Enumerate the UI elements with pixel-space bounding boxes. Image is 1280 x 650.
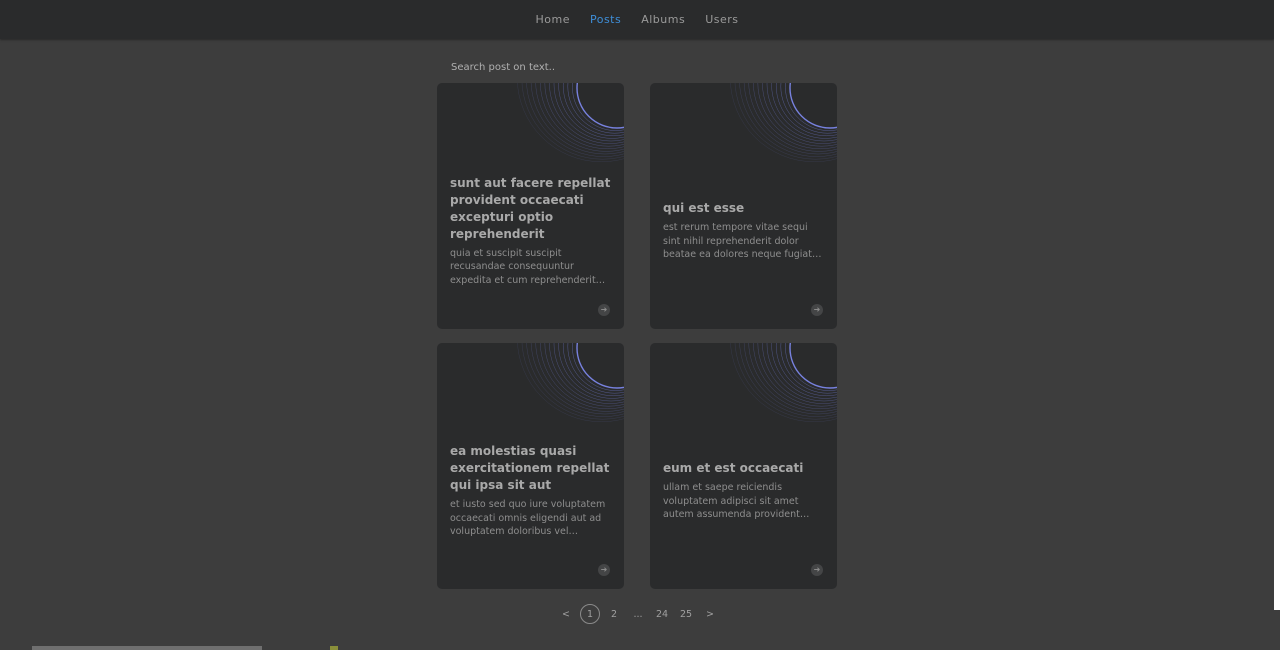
post-card[interactable]: sunt aut facere repellat provident occae…: [437, 83, 624, 329]
post-card[interactable]: qui est esse est rerum tempore vitae seq…: [650, 83, 837, 329]
arrow-right-icon[interactable]: ➜: [811, 564, 823, 576]
post-title: ea molestias quasi exercitationem repell…: [450, 444, 610, 493]
post-card[interactable]: eum et est occaecati ullam et saepe reic…: [650, 343, 837, 589]
arrow-right-icon[interactable]: ➜: [598, 564, 610, 576]
search-input[interactable]: [437, 56, 837, 78]
arrow-right-icon[interactable]: ➜: [598, 304, 610, 316]
post-content: qui est esse est rerum tempore vitae seq…: [663, 161, 825, 301]
page-24-button[interactable]: 24: [652, 604, 672, 624]
nav-home[interactable]: Home: [535, 11, 569, 28]
ring-decoration: [517, 343, 624, 423]
post-title: eum et est occaecati: [663, 461, 804, 476]
page-1-button[interactable]: 1: [580, 604, 600, 624]
post-excerpt: et iusto sed quo iure voluptatem occaeca…: [450, 499, 606, 538]
post-title: qui est esse: [663, 201, 745, 216]
prev-page-button[interactable]: <: [556, 604, 576, 624]
post-excerpt: ullam et saepe reiciendis voluptatem adi…: [663, 482, 810, 521]
scrollbar[interactable]: [1274, 0, 1280, 610]
taskbar-strip: [32, 646, 262, 650]
page-25-button[interactable]: 25: [676, 604, 696, 624]
top-navigation: Home Posts Albums Users: [0, 0, 1274, 39]
post-excerpt: est rerum tempore vitae sequi sint nihil…: [663, 222, 812, 261]
taskbar-indicator: [330, 646, 338, 650]
post-content: eum et est occaecati ullam et saepe reic…: [663, 421, 825, 561]
post-card[interactable]: ea molestias quasi exercitationem repell…: [437, 343, 624, 589]
nav-users[interactable]: Users: [705, 11, 738, 28]
ring-decoration: [517, 83, 624, 163]
post-content: ea molestias quasi exercitationem repell…: [450, 421, 612, 561]
nav-posts[interactable]: Posts: [590, 11, 621, 28]
post-excerpt: quia et suscipit suscipit recusandae con…: [450, 247, 606, 286]
next-page-button[interactable]: >: [700, 604, 720, 624]
post-title: sunt aut facere repellat provident occae…: [450, 175, 611, 241]
ring-decoration: [730, 83, 837, 163]
nav-albums[interactable]: Albums: [641, 11, 685, 28]
post-content: sunt aut facere repellat provident occae…: [450, 161, 612, 301]
scrollbar-end: [1274, 610, 1280, 650]
page-2-button[interactable]: 2: [604, 604, 624, 624]
arrow-right-icon[interactable]: ➜: [811, 304, 823, 316]
ring-decoration: [730, 343, 837, 423]
pagination: < 1 2 ... 24 25 >: [556, 604, 720, 624]
page-ellipsis: ...: [633, 608, 643, 620]
